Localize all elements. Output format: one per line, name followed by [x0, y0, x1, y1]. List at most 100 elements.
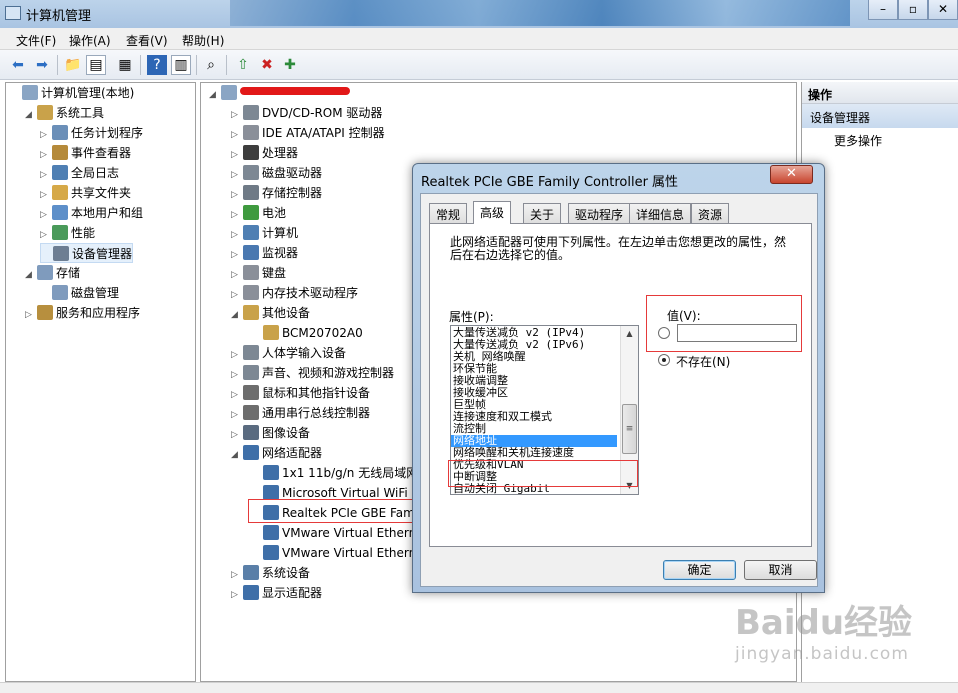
- device-tree-item[interactable]: ▷ 电池: [231, 203, 286, 223]
- device-tree-item[interactable]: ▷ 键盘: [231, 263, 286, 283]
- close-button[interactable]: ✕: [928, 0, 958, 20]
- more-actions-link[interactable]: 更多操作: [834, 132, 882, 149]
- menu-file[interactable]: 文件(F): [16, 32, 56, 49]
- device-icon: [243, 565, 259, 580]
- expand-arrow-icon[interactable]: ▷: [40, 225, 52, 245]
- tab-resources[interactable]: 资源: [691, 203, 730, 223]
- device-tree-item[interactable]: ▷ 显示适配器: [231, 583, 322, 603]
- maximize-button[interactable]: ▫: [898, 0, 928, 20]
- expand-arrow-icon[interactable]: ◢: [231, 445, 243, 465]
- tree-item[interactable]: ◢ 系统工具: [25, 103, 104, 123]
- tree-item[interactable]: ▷ 事件查看器: [40, 143, 131, 163]
- scroll-up-arrow-icon[interactable]: ▲: [622, 326, 637, 341]
- device-tree-item[interactable]: 1x1 11b/g/n 无线局域网: [251, 463, 418, 483]
- device-tree-item[interactable]: ▷ 人体学输入设备: [231, 343, 346, 363]
- expand-arrow-icon[interactable]: ▷: [231, 105, 243, 125]
- tab-about[interactable]: 关于: [523, 203, 562, 223]
- tab-advanced[interactable]: 高级: [473, 201, 512, 224]
- expand-arrow-icon[interactable]: ▷: [231, 205, 243, 225]
- cancel-button[interactable]: 取消: [744, 560, 817, 580]
- expand-arrow-icon[interactable]: ▷: [231, 145, 243, 165]
- tree-item[interactable]: 设备管理器: [40, 243, 134, 263]
- scroll-thumb[interactable]: ≡: [622, 404, 637, 454]
- tree-item[interactable]: 磁盘管理: [40, 283, 119, 303]
- not-present-radio[interactable]: [658, 354, 670, 366]
- device-tree-item[interactable]: ▷ 声音、视频和游戏控制器: [231, 363, 394, 383]
- expand-arrow-icon[interactable]: ◢: [25, 265, 37, 285]
- expand-arrow-icon[interactable]: ▷: [40, 205, 52, 225]
- expand-arrow-icon[interactable]: ▷: [231, 565, 243, 585]
- minimize-button[interactable]: –: [868, 0, 898, 20]
- properties-icon[interactable]: ▦: [115, 55, 135, 75]
- expand-arrow-icon[interactable]: ▷: [40, 145, 52, 165]
- dialog-close-button[interactable]: ✕: [770, 165, 813, 184]
- expand-arrow-icon[interactable]: ▷: [231, 585, 243, 605]
- tree-item[interactable]: ▷ 性能: [40, 223, 95, 243]
- device-tree-item[interactable]: ▷ 计算机: [231, 223, 298, 243]
- update-driver-icon[interactable]: ⇧: [233, 55, 253, 75]
- tab-general[interactable]: 常规: [429, 203, 468, 223]
- tree-item[interactable]: ▷ 任务计划程序: [40, 123, 143, 143]
- device-tree-item[interactable]: ▷ 系统设备: [231, 563, 310, 583]
- forward-arrow-icon[interactable]: ➡: [32, 55, 52, 75]
- expand-arrow-icon[interactable]: ▷: [231, 265, 243, 285]
- tree-item[interactable]: 计算机管理(本地): [10, 83, 134, 103]
- device-tree-item[interactable]: VMware Virtual Ethern: [251, 543, 416, 563]
- expand-arrow-icon[interactable]: ▷: [25, 305, 37, 325]
- device-tree-item[interactable]: ◢ 其他设备: [231, 303, 310, 323]
- device-tree-item[interactable]: ▷ 通用串行总线控制器: [231, 403, 370, 423]
- expand-arrow-icon[interactable]: ▷: [40, 165, 52, 185]
- tree-item[interactable]: ▷ 共享文件夹: [40, 183, 131, 203]
- view-icon[interactable]: ▥: [171, 55, 191, 75]
- actions-section-device-manager[interactable]: 设备管理器: [802, 104, 958, 128]
- scan-hardware-icon[interactable]: ⌕: [201, 55, 221, 75]
- expand-arrow-icon[interactable]: ▷: [231, 405, 243, 425]
- expand-arrow-icon[interactable]: ◢: [25, 105, 37, 125]
- device-tree-item[interactable]: ◢ 网络适配器: [231, 443, 322, 463]
- value-input[interactable]: [677, 324, 797, 342]
- device-tree-item[interactable]: ▷ 存储控制器: [231, 183, 322, 203]
- device-tree-item[interactable]: VMware Virtual Ethern: [251, 523, 416, 543]
- menu-help[interactable]: 帮助(H): [182, 32, 224, 49]
- tree-item[interactable]: ▷ 本地用户和组: [40, 203, 143, 223]
- console-tree-icon[interactable]: ▤: [86, 55, 106, 75]
- value-radio[interactable]: [658, 327, 670, 339]
- tab-driver[interactable]: 驱动程序: [568, 203, 631, 223]
- expand-arrow-icon[interactable]: ▷: [231, 425, 243, 445]
- device-tree-item[interactable]: BCM20702A0: [251, 323, 363, 343]
- expand-arrow-icon[interactable]: ▷: [231, 185, 243, 205]
- tree-item[interactable]: ◢ 存储: [25, 263, 80, 283]
- expand-arrow-icon[interactable]: ▷: [231, 345, 243, 365]
- uninstall-icon[interactable]: ✖: [257, 55, 277, 75]
- expand-arrow-icon[interactable]: ◢: [231, 305, 243, 325]
- expand-arrow-icon[interactable]: ▷: [231, 245, 243, 265]
- expand-arrow-icon[interactable]: ▷: [231, 125, 243, 145]
- device-tree-item[interactable]: ▷ 鼠标和其他指针设备: [231, 383, 370, 403]
- expand-arrow-icon[interactable]: ▷: [231, 385, 243, 405]
- ok-button[interactable]: 确定: [663, 560, 736, 580]
- expand-arrow-icon[interactable]: ▷: [231, 285, 243, 305]
- tree-item[interactable]: ▷ 服务和应用程序: [25, 303, 140, 323]
- expand-arrow-icon[interactable]: ▷: [40, 125, 52, 145]
- device-tree-item[interactable]: ▷ 图像设备: [231, 423, 310, 443]
- device-tree-root[interactable]: ◢: [209, 83, 350, 103]
- back-arrow-icon[interactable]: ⬅: [8, 55, 28, 75]
- enable-device-icon[interactable]: ✚: [280, 55, 300, 75]
- device-tree-item[interactable]: ▷ 监视器: [231, 243, 298, 263]
- tree-item[interactable]: ▷ 全局日志: [40, 163, 119, 183]
- device-tree-item[interactable]: ▷ 处理器: [231, 143, 298, 163]
- expand-arrow-icon[interactable]: ◢: [209, 85, 221, 105]
- up-folder-icon[interactable]: 📁: [63, 55, 83, 75]
- help-icon[interactable]: ?: [147, 55, 167, 75]
- tab-details[interactable]: 详细信息: [629, 203, 692, 223]
- device-tree-item[interactable]: ▷ DVD/CD-ROM 驱动器: [231, 103, 382, 123]
- menu-view[interactable]: 查看(V): [126, 32, 168, 49]
- expand-arrow-icon[interactable]: ▷: [40, 185, 52, 205]
- expand-arrow-icon[interactable]: ▷: [231, 225, 243, 245]
- menu-action[interactable]: 操作(A): [69, 32, 111, 49]
- device-tree-item[interactable]: ▷ IDE ATA/ATAPI 控制器: [231, 123, 385, 143]
- expand-arrow-icon[interactable]: ▷: [231, 365, 243, 385]
- expand-arrow-icon[interactable]: ▷: [231, 165, 243, 185]
- device-tree-item[interactable]: ▷ 内存技术驱动程序: [231, 283, 358, 303]
- device-tree-item[interactable]: ▷ 磁盘驱动器: [231, 163, 322, 183]
